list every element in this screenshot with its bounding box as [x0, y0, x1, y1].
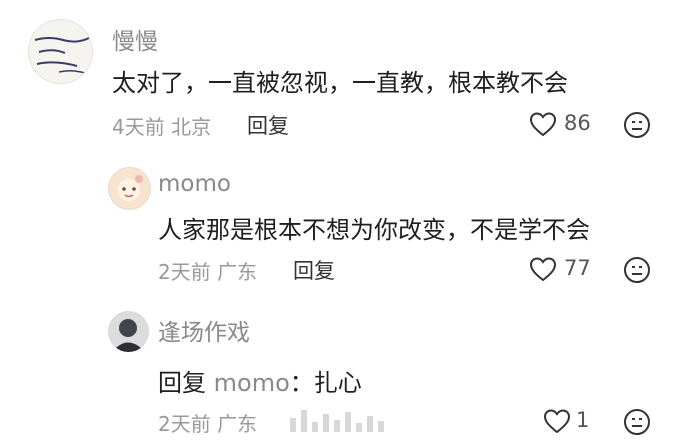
heart-outline-icon[interactable]: [543, 408, 571, 434]
emoji-face-icon[interactable]: [623, 256, 651, 284]
comment-username[interactable]: 逢场作戏: [158, 313, 250, 347]
avatar[interactable]: [108, 311, 149, 352]
comment-text: 回复 momo：扎心: [158, 363, 362, 398]
comment-time: 2天前: [158, 412, 211, 436]
reply-button[interactable]: 回复: [247, 110, 289, 140]
avatar[interactable]: [28, 19, 93, 84]
like-count: 86: [564, 111, 591, 135]
comment-location: 广东: [217, 260, 258, 284]
reply-button[interactable]: 回复: [293, 255, 335, 285]
reply-prefix: 回复: [158, 369, 206, 397]
reply-text: ：扎心: [289, 369, 362, 397]
dark-portrait-icon: [108, 311, 149, 352]
emoji-face-icon[interactable]: [623, 111, 651, 139]
heart-outline-icon[interactable]: [529, 256, 557, 282]
comment-username[interactable]: 慢慢: [112, 22, 158, 56]
comment-time: 4天前: [112, 115, 165, 139]
watermark-blur: [290, 410, 389, 432]
heart-outline-icon[interactable]: [529, 111, 557, 137]
comment-username[interactable]: momo: [158, 171, 231, 197]
comment-location: 北京: [171, 115, 212, 139]
like-count: 1: [576, 408, 590, 432]
comment-meta: 4天前 北京: [112, 111, 211, 140]
comment-meta: 2天前 广东: [158, 256, 257, 285]
comment-text: 人家那是根本不想为你改变，不是学不会: [158, 216, 590, 244]
comment-meta: 2天前 广东: [158, 408, 257, 437]
like-count: 77: [564, 256, 591, 280]
cartoon-face-icon: [109, 168, 150, 209]
comment-location: 广东: [217, 412, 258, 436]
comment-time: 2天前: [158, 260, 211, 284]
emoji-face-icon[interactable]: [623, 408, 651, 436]
reply-to-username[interactable]: momo: [214, 369, 290, 397]
comment-text: 太对了，一直被忽视，一直教，根本教不会: [112, 69, 568, 97]
avatar[interactable]: [108, 167, 151, 210]
handwritten-note-icon: [29, 20, 92, 83]
